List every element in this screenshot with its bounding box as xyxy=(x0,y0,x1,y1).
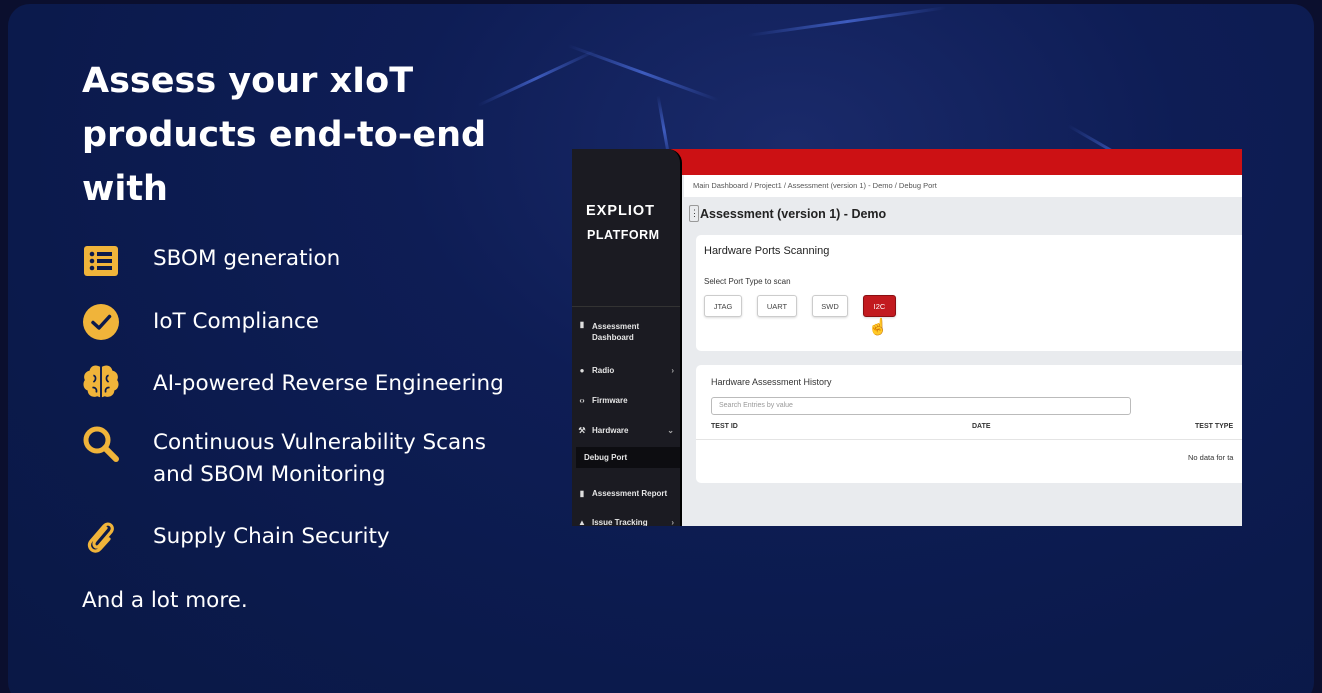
chevron-right-icon: › xyxy=(671,518,674,526)
decor-streak xyxy=(747,6,947,37)
feature-compliance: IoT Compliance xyxy=(82,303,319,341)
sidebar-item-firmware[interactable]: ‹› Firmware xyxy=(578,396,678,405)
chevron-right-icon: › xyxy=(671,366,674,375)
code-icon: ‹› xyxy=(579,395,585,405)
feature-sbom: SBOM generation xyxy=(82,242,340,280)
sidebar-item-label: Issue Tracking xyxy=(592,518,648,526)
more-menu-icon[interactable]: ⋮ xyxy=(689,205,699,222)
sidebar-item-debug-port[interactable]: Debug Port xyxy=(576,447,680,468)
paperclip-icon xyxy=(82,518,120,556)
port-swd-button[interactable]: SWD xyxy=(812,295,848,317)
feature-label: Supply Chain Security xyxy=(153,524,390,549)
breadcrumb[interactable]: Main Dashboard / Project1 / Assessment (… xyxy=(693,181,937,190)
logo-text: EXPLIOT xyxy=(586,203,656,219)
bug-icon: ▲ xyxy=(578,517,586,526)
sidebar-item-assessment-dashboard[interactable]: ▮ Assessment Dashboard xyxy=(578,321,678,343)
sidebar-item-label: Debug Port xyxy=(584,453,628,462)
search-input[interactable]: Search Entries by value xyxy=(711,397,1131,415)
logo-subtext: PLATFORM xyxy=(587,228,660,242)
assessment-history-panel: Hardware Assessment History Search Entri… xyxy=(696,365,1242,483)
sidebar-item-label: Assessment Dashboard xyxy=(592,322,640,342)
port-jtag-button[interactable]: JTAG xyxy=(704,295,742,317)
panel-title: Hardware Assessment History xyxy=(711,377,832,387)
sidebar-item-label: Assessment Report xyxy=(592,489,668,498)
list-icon xyxy=(82,242,120,280)
check-circle-icon xyxy=(82,303,120,341)
feature-label: IoT Compliance xyxy=(153,309,320,334)
feature-supply-chain: Supply Chain Security xyxy=(82,518,390,556)
chevron-down-icon: ⌄ xyxy=(667,426,674,435)
sidebar-item-label: Hardware xyxy=(592,426,629,435)
search-icon xyxy=(82,425,120,463)
sidebar-item-assessment-report[interactable]: ▮ Assessment Report xyxy=(578,489,678,498)
sidebar: EXPLIOT PLATFORM ▮ Assessment Dashboard … xyxy=(572,149,682,526)
more-text: And a lot more. xyxy=(82,588,248,613)
divider xyxy=(696,439,1242,440)
sidebar-item-radio[interactable]: ● Radio › xyxy=(578,366,678,375)
sidebar-item-label: Radio xyxy=(592,366,615,375)
divider xyxy=(572,306,680,307)
panel-subtitle: Select Port Type to scan xyxy=(704,277,791,286)
hammer-icon: ⚒ xyxy=(578,425,586,435)
ports-scanning-panel: Hardware Ports Scanning Select Port Type… xyxy=(696,235,1242,351)
page-title: Assessment (version 1) - Demo xyxy=(700,207,887,221)
column-header: TEST TYPE xyxy=(1195,423,1234,430)
document-icon: ▮ xyxy=(579,488,585,498)
panel-title: Hardware Ports Scanning xyxy=(704,245,830,257)
hand-cursor-icon: ☝ xyxy=(868,319,888,336)
sidebar-item-label: Firmware xyxy=(592,396,628,405)
feature-ai-re: AI-powered Reverse Engineering xyxy=(82,363,504,401)
feature-label: AI-powered Reverse Engineering xyxy=(153,371,504,396)
column-header: TEST ID xyxy=(711,423,738,430)
port-uart-button[interactable]: UART xyxy=(757,295,797,317)
port-i2c-button[interactable]: I2C xyxy=(863,295,896,317)
sidebar-item-hardware[interactable]: ⚒ Hardware ⌄ xyxy=(578,426,678,435)
feature-label: Continuous Vulnerability Scans and SBOM … xyxy=(153,430,487,487)
radio-icon: ● xyxy=(579,365,585,375)
brain-icon xyxy=(82,363,120,401)
document-icon: ▮ xyxy=(579,320,585,329)
column-header: DATE xyxy=(972,423,991,430)
hero-card: Assess your xIoT products end-to-end wit… xyxy=(8,4,1314,693)
feature-vuln-scan: Continuous Vulnerability Scans and SBOM … xyxy=(82,425,486,487)
empty-state: No data for ta xyxy=(1188,453,1234,462)
headline: Assess your xIoT products end-to-end wit… xyxy=(82,61,487,209)
platform-screenshot: Main Dashboard / Project1 / Assessment (… xyxy=(572,149,1242,526)
sidebar-item-issue-tracking[interactable]: ▲ Issue Tracking › xyxy=(578,518,678,526)
feature-label: SBOM generation xyxy=(153,246,341,271)
